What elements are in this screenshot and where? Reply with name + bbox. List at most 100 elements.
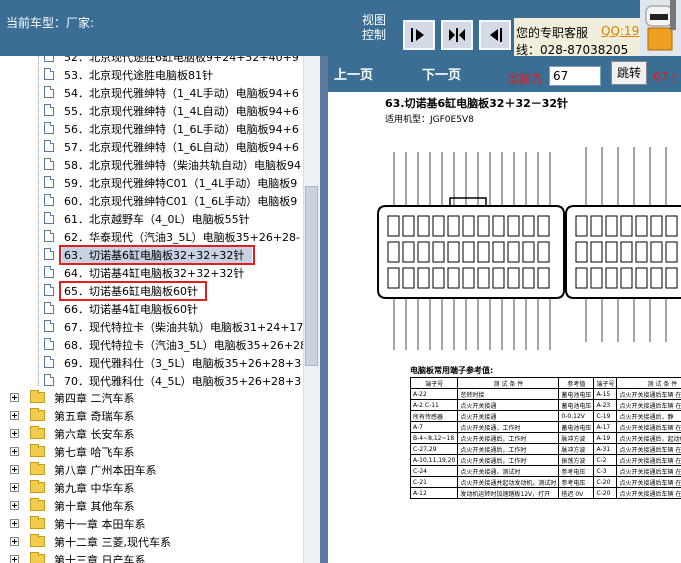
expand-plus-icon[interactable] xyxy=(10,555,19,563)
table-cell: 0-0.12V xyxy=(558,410,595,422)
table-cell: 点火开关接通后，静 xyxy=(616,410,681,422)
tree-item-label: 53．北京现代途胜电脑板81针 xyxy=(64,69,213,82)
table-cell: 参考电压 xyxy=(558,465,595,477)
view-split-button[interactable] xyxy=(441,20,473,50)
table-cell: 点火开关接通后车辆 在正常工况 xyxy=(616,399,681,411)
expand-plus-icon[interactable] xyxy=(10,429,19,438)
table-cell: C-20 xyxy=(593,487,618,499)
connector-pin xyxy=(575,215,588,237)
table-row: A-10,11,19,20 点火开关接通后，工作时 振荡方波 C-2 点火开关接通后车辆… xyxy=(409,454,681,466)
expand-plus-icon[interactable] xyxy=(10,519,19,528)
connector-pin xyxy=(507,241,520,263)
highlight-box-65 xyxy=(59,281,207,301)
table-cell: A-10,11,19,20 xyxy=(409,454,459,466)
expand-plus-icon[interactable] xyxy=(10,483,19,492)
connector-pin xyxy=(635,215,648,237)
folder-icon xyxy=(30,480,45,493)
document-icon xyxy=(44,374,54,386)
table-cell: 脉冲方波 xyxy=(558,432,595,444)
table-cell: 蓄电池电压 xyxy=(558,399,595,411)
qq-link[interactable]: QQ:19 xyxy=(601,24,639,38)
mascot-icon xyxy=(640,0,681,56)
table-cell: C-2 xyxy=(593,454,618,466)
table-cell: 点火开关接通后，起动机接通 xyxy=(616,432,681,444)
connector-pin xyxy=(447,267,460,289)
folder-icon xyxy=(30,444,45,457)
table-cell: 点火开关接通后车辆 在正常工况 xyxy=(616,454,681,466)
go-button[interactable]: 跳转 xyxy=(611,61,647,85)
folder-icon xyxy=(30,498,45,511)
view-control-label: 视图控制 xyxy=(362,13,387,42)
chapter-tree: 52．北京现代途胜6缸电脑板9+24+52+40+9 53．北京现代途胜电脑板8… xyxy=(0,56,320,563)
tree-item-label: 67．现代特拉卡（柴油共轨）电脑板31+24+17 xyxy=(64,321,304,334)
table-title: 电脑板常用端子参考值: xyxy=(410,366,494,375)
table-row: A-2.C-11点火开关接通蓄电池电压A-23点火开关接通后车辆 在正常工况 xyxy=(409,399,681,411)
next-page-button[interactable]: 下一页 xyxy=(422,64,461,83)
table-row: B-4~8,12~18 点火开关接通后，工作时 脉冲方波 A-19 点火开关接通后，起动… xyxy=(409,432,681,444)
table-cell: A-19 xyxy=(593,432,618,444)
document-icon xyxy=(44,68,54,80)
connector-pin xyxy=(477,241,490,263)
connector-pin xyxy=(620,241,633,263)
tree-guide-line xyxy=(38,56,40,386)
connector-pin xyxy=(462,241,475,263)
connector-pin xyxy=(507,267,520,289)
folder-icon xyxy=(30,462,45,475)
prev-page-button[interactable]: 上一页 xyxy=(334,64,373,83)
expand-plus-icon[interactable] xyxy=(10,447,19,456)
table-row: C-21点火开关接通并起动发动机，测试时参考电压C-20点火开关接通后车辆 在正… xyxy=(409,476,681,488)
expand-plus-icon[interactable] xyxy=(10,501,19,510)
document-icon xyxy=(44,86,54,98)
connector-pin xyxy=(575,267,588,289)
tree-item-label: 54．北京现代雅绅特（1_4L手动）电脑板94+6 xyxy=(64,87,299,100)
expand-plus-icon[interactable] xyxy=(10,411,19,420)
connector-pin xyxy=(417,241,430,263)
tree-scrollbar-thumb[interactable] xyxy=(305,186,318,366)
view-left-panel-button[interactable] xyxy=(403,20,435,50)
table-cell: A-12 xyxy=(409,487,459,499)
document-icon xyxy=(44,266,54,278)
connector-pin xyxy=(387,215,400,237)
table-row: C-24点火开关接通，测试时参考电压C-3点火开关接通后车辆 在正常工况 xyxy=(409,465,681,477)
current-car-type-label: 当前车型：厂家: xyxy=(6,16,95,30)
expand-plus-icon[interactable] xyxy=(10,393,19,402)
table-cell: 点火开关接通后，工作时 xyxy=(457,454,560,466)
tree-item-label: 62．华泰现代（汽油3_5L）电脑板35+26+28- xyxy=(64,231,301,244)
document-icon xyxy=(44,212,54,224)
panel-splitter[interactable] xyxy=(320,56,328,563)
expand-plus-icon[interactable] xyxy=(10,465,19,474)
table-cell: 脉冲方波 xyxy=(558,443,595,455)
document-icon xyxy=(44,338,54,350)
document-icon xyxy=(44,194,54,206)
table-header-cell: 测 试 条 件 xyxy=(616,377,681,389)
view-right-panel-button[interactable] xyxy=(479,20,511,50)
page-number-input[interactable] xyxy=(549,66,601,86)
document-icon xyxy=(44,248,54,260)
connector-pin xyxy=(605,215,618,237)
connector-pin xyxy=(477,267,490,289)
connector-pin xyxy=(620,267,633,289)
connector-pin xyxy=(522,241,535,263)
table-cell: 点火开关接通后车辆 在正常工况 xyxy=(616,421,681,433)
table-cell: A-15 xyxy=(593,388,618,400)
connector-pin xyxy=(432,241,445,263)
connector-pin xyxy=(537,267,550,289)
folder-icon xyxy=(30,426,45,439)
tree-folder-label: 第十章 其他车系 xyxy=(54,500,135,513)
connector-pin xyxy=(432,267,445,289)
folder-icon xyxy=(30,552,45,563)
tree-item-label: 55．北京现代雅绅特（1_4L自动）电脑板94+6 xyxy=(64,105,299,118)
folder-icon xyxy=(30,534,45,547)
arrow-right-icon xyxy=(411,28,424,42)
table-header-cell: 测 试 条 件 xyxy=(457,377,560,389)
expand-plus-icon[interactable] xyxy=(10,537,19,546)
connector-pin xyxy=(447,241,460,263)
document-icon xyxy=(44,104,54,116)
folder-icon xyxy=(30,516,45,529)
document-icon xyxy=(44,140,54,152)
connector-pin xyxy=(462,215,475,237)
connector-pin xyxy=(402,241,415,263)
table-cell: A-17 xyxy=(593,421,618,433)
table-header-cell: 端子号 xyxy=(593,377,618,389)
document-icon xyxy=(44,158,54,170)
